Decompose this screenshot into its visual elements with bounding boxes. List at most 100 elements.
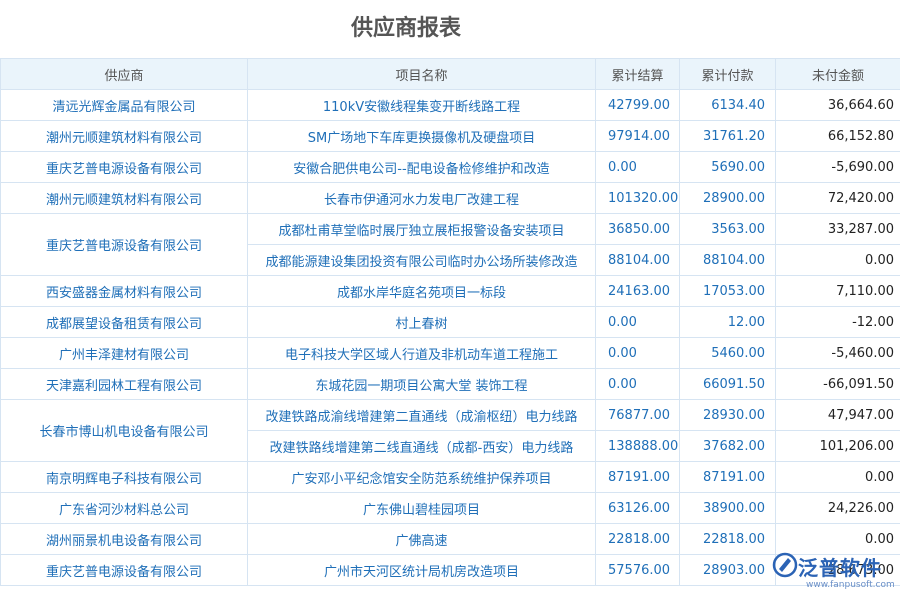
paid-amount-cell: 66091.50 <box>680 369 776 400</box>
settled-amount-cell: 97914.00 <box>596 121 680 152</box>
paid-amount-cell: 28903.00 <box>680 555 776 586</box>
project-name-cell[interactable]: 改建铁路线增建第二线直通线（成都-西安）电力线路 <box>248 431 596 462</box>
unpaid-amount-cell: 36,664.60 <box>776 90 900 121</box>
settled-amount-cell: 57576.00 <box>596 555 680 586</box>
report-title: 供应商报表 <box>0 0 812 58</box>
table-row[interactable]: 长春市博山机电设备有限公司改建铁路成渝线增建第二直通线（成渝枢纽）电力线路768… <box>1 400 900 431</box>
paid-amount-cell: 87191.00 <box>680 462 776 493</box>
settled-amount-cell: 36850.00 <box>596 214 680 245</box>
paid-amount-cell: 17053.00 <box>680 276 776 307</box>
project-name-cell[interactable]: 成都能源建设集团投资有限公司临时办公场所装修改造 <box>248 245 596 276</box>
paid-amount-cell: 5690.00 <box>680 152 776 183</box>
supplier-cell[interactable]: 重庆艺普电源设备有限公司 <box>1 214 248 276</box>
project-name-cell[interactable]: 成都水岸华庭名苑项目一标段 <box>248 276 596 307</box>
supplier-cell[interactable]: 天津嘉利园林工程有限公司 <box>1 369 248 400</box>
table-header-row: 供应商 项目名称 累计结算 累计付款 未付金额 <box>1 59 900 90</box>
unpaid-amount-cell: -5,460.00 <box>776 338 900 369</box>
paid-amount-cell: 22818.00 <box>680 524 776 555</box>
col-header-project[interactable]: 项目名称 <box>248 59 596 90</box>
unpaid-amount-cell: 72,420.00 <box>776 183 900 214</box>
table-row[interactable]: 潮州元顺建筑材料有限公司长春市伊通河水力发电厂改建工程101320.002890… <box>1 183 900 214</box>
unpaid-amount-cell: 47,947.00 <box>776 400 900 431</box>
table-row[interactable]: 西安盛器金属材料有限公司成都水岸华庭名苑项目一标段24163.0017053.0… <box>1 276 900 307</box>
project-name-cell[interactable]: 长春市伊通河水力发电厂改建工程 <box>248 183 596 214</box>
table-row[interactable]: 潮州元顺建筑材料有限公司SM广场地下车库更换摄像机及硬盘项目97914.0031… <box>1 121 900 152</box>
supplier-cell[interactable]: 西安盛器金属材料有限公司 <box>1 276 248 307</box>
settled-amount-cell: 0.00 <box>596 369 680 400</box>
project-name-cell[interactable]: 东城花园一期项目公寓大堂 装饰工程 <box>248 369 596 400</box>
unpaid-amount-cell: 0.00 <box>776 462 900 493</box>
project-name-cell[interactable]: 电子科技大学区域人行道及非机动车道工程施工 <box>248 338 596 369</box>
table-row[interactable]: 重庆艺普电源设备有限公司成都杜甫草堂临时展厅独立展柜报警设备安装项目36850.… <box>1 214 900 245</box>
supplier-cell[interactable]: 广州丰泽建材有限公司 <box>1 338 248 369</box>
col-header-settled[interactable]: 累计结算 <box>596 59 680 90</box>
supplier-cell[interactable]: 重庆艺普电源设备有限公司 <box>1 152 248 183</box>
project-name-cell[interactable]: 广佛高速 <box>248 524 596 555</box>
table-row[interactable]: 广东省河沙材料总公司广东佛山碧桂园项目63126.0038900.0024,22… <box>1 493 900 524</box>
settled-amount-cell: 88104.00 <box>596 245 680 276</box>
supplier-cell[interactable]: 南京明辉电子科技有限公司 <box>1 462 248 493</box>
paid-amount-cell: 38900.00 <box>680 493 776 524</box>
unpaid-amount-cell: 0.00 <box>776 524 900 555</box>
col-header-supplier[interactable]: 供应商 <box>1 59 248 90</box>
table-row[interactable]: 重庆艺普电源设备有限公司广州市天河区统计局机房改造项目57576.0028903… <box>1 555 900 586</box>
project-name-cell[interactable]: 村上春树 <box>248 307 596 338</box>
supplier-cell[interactable]: 重庆艺普电源设备有限公司 <box>1 555 248 586</box>
settled-amount-cell: 63126.00 <box>596 493 680 524</box>
supplier-cell[interactable]: 湖州丽景机电设备有限公司 <box>1 524 248 555</box>
unpaid-amount-cell: 33,287.00 <box>776 214 900 245</box>
project-name-cell[interactable]: 广州市天河区统计局机房改造项目 <box>248 555 596 586</box>
paid-amount-cell: 5460.00 <box>680 338 776 369</box>
paid-amount-cell: 28900.00 <box>680 183 776 214</box>
unpaid-amount-cell: 24,226.00 <box>776 493 900 524</box>
table-row[interactable]: 清远光辉金属品有限公司110kV安徽线程集变开断线路工程42799.006134… <box>1 90 900 121</box>
settled-amount-cell: 24163.00 <box>596 276 680 307</box>
table-row[interactable]: 湖州丽景机电设备有限公司广佛高速22818.0022818.000.00 <box>1 524 900 555</box>
paid-amount-cell: 37682.00 <box>680 431 776 462</box>
settled-amount-cell: 42799.00 <box>596 90 680 121</box>
settled-amount-cell: 22818.00 <box>596 524 680 555</box>
paid-amount-cell: 6134.40 <box>680 90 776 121</box>
unpaid-amount-cell: 28,673.00 <box>776 555 900 586</box>
unpaid-amount-cell: 66,152.80 <box>776 121 900 152</box>
table-row[interactable]: 广州丰泽建材有限公司电子科技大学区域人行道及非机动车道工程施工0.005460.… <box>1 338 900 369</box>
supplier-cell[interactable]: 长春市博山机电设备有限公司 <box>1 400 248 462</box>
paid-amount-cell: 28930.00 <box>680 400 776 431</box>
settled-amount-cell: 76877.00 <box>596 400 680 431</box>
settled-amount-cell: 0.00 <box>596 152 680 183</box>
project-name-cell[interactable]: 广东佛山碧桂园项目 <box>248 493 596 524</box>
table-row[interactable]: 南京明辉电子科技有限公司广安邓小平纪念馆安全防范系统维护保养项目87191.00… <box>1 462 900 493</box>
table-row[interactable]: 成都展望设备租赁有限公司村上春树0.0012.00-12.00 <box>1 307 900 338</box>
project-name-cell[interactable]: 改建铁路成渝线增建第二直通线（成渝枢纽）电力线路 <box>248 400 596 431</box>
supplier-cell[interactable]: 成都展望设备租赁有限公司 <box>1 307 248 338</box>
paid-amount-cell: 88104.00 <box>680 245 776 276</box>
settled-amount-cell: 0.00 <box>596 307 680 338</box>
col-header-paid[interactable]: 累计付款 <box>680 59 776 90</box>
table-row[interactable]: 天津嘉利园林工程有限公司东城花园一期项目公寓大堂 装饰工程0.0066091.5… <box>1 369 900 400</box>
unpaid-amount-cell: 0.00 <box>776 245 900 276</box>
table-row[interactable]: 重庆艺普电源设备有限公司安徽合肥供电公司--配电设备检修维护和改造0.00569… <box>1 152 900 183</box>
project-name-cell[interactable]: 110kV安徽线程集变开断线路工程 <box>248 90 596 121</box>
project-name-cell[interactable]: SM广场地下车库更换摄像机及硬盘项目 <box>248 121 596 152</box>
unpaid-amount-cell: -66,091.50 <box>776 369 900 400</box>
unpaid-amount-cell: 101,206.00 <box>776 431 900 462</box>
settled-amount-cell: 138888.00 <box>596 431 680 462</box>
col-header-unpaid[interactable]: 未付金额 <box>776 59 900 90</box>
settled-amount-cell: 101320.00 <box>596 183 680 214</box>
supplier-report-table: 供应商 项目名称 累计结算 累计付款 未付金额 清远光辉金属品有限公司110kV… <box>0 58 900 586</box>
paid-amount-cell: 3563.00 <box>680 214 776 245</box>
supplier-cell[interactable]: 广东省河沙材料总公司 <box>1 493 248 524</box>
project-name-cell[interactable]: 安徽合肥供电公司--配电设备检修维护和改造 <box>248 152 596 183</box>
supplier-cell[interactable]: 清远光辉金属品有限公司 <box>1 90 248 121</box>
supplier-cell[interactable]: 潮州元顺建筑材料有限公司 <box>1 121 248 152</box>
settled-amount-cell: 87191.00 <box>596 462 680 493</box>
settled-amount-cell: 0.00 <box>596 338 680 369</box>
project-name-cell[interactable]: 广安邓小平纪念馆安全防范系统维护保养项目 <box>248 462 596 493</box>
paid-amount-cell: 31761.20 <box>680 121 776 152</box>
supplier-cell[interactable]: 潮州元顺建筑材料有限公司 <box>1 183 248 214</box>
unpaid-amount-cell: -5,690.00 <box>776 152 900 183</box>
unpaid-amount-cell: 7,110.00 <box>776 276 900 307</box>
unpaid-amount-cell: -12.00 <box>776 307 900 338</box>
paid-amount-cell: 12.00 <box>680 307 776 338</box>
project-name-cell[interactable]: 成都杜甫草堂临时展厅独立展柜报警设备安装项目 <box>248 214 596 245</box>
